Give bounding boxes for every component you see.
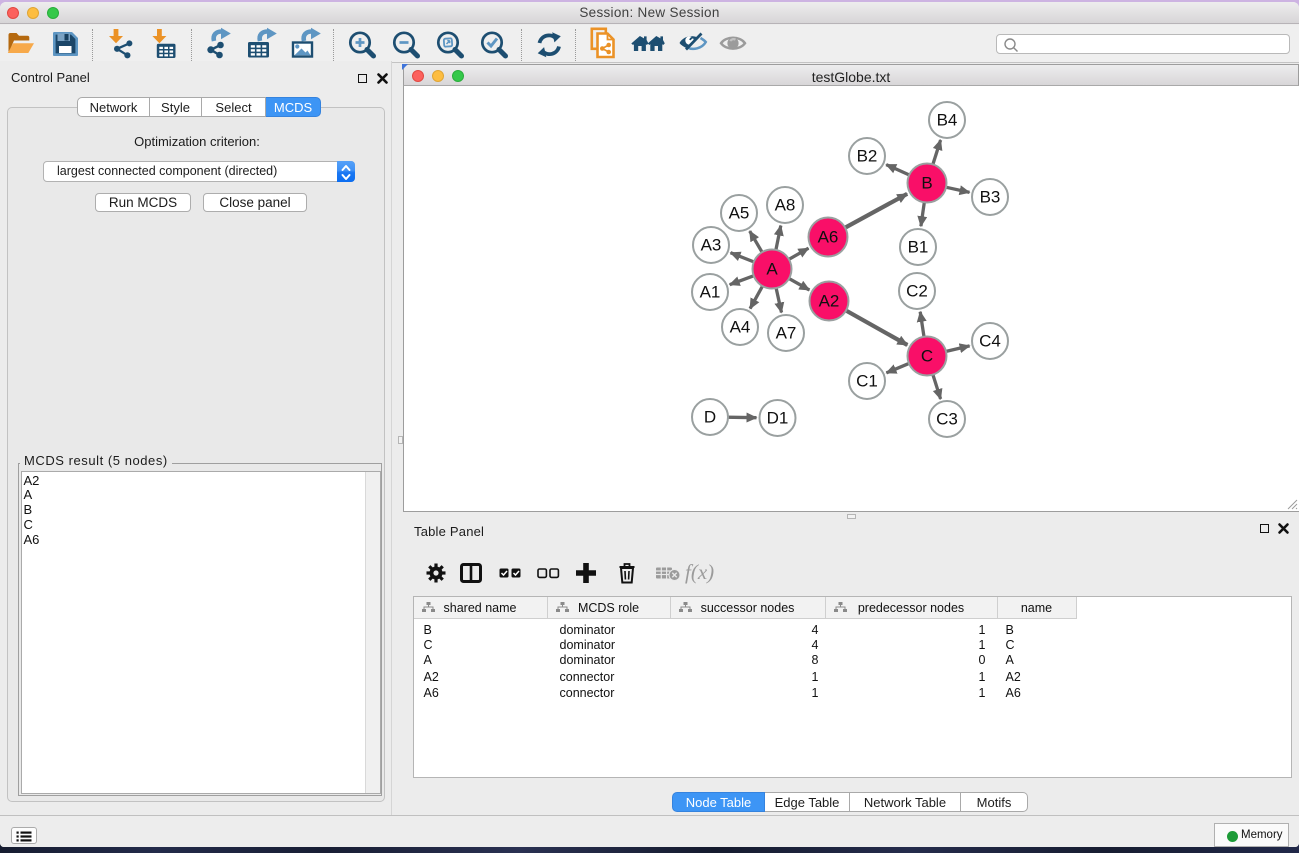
svg-text:A3: A3 bbox=[701, 236, 722, 255]
svg-text:A: A bbox=[766, 260, 778, 279]
svg-text:A7: A7 bbox=[776, 324, 797, 343]
svg-text:D: D bbox=[704, 408, 716, 427]
svg-text:B3: B3 bbox=[980, 188, 1001, 207]
svg-text:A4: A4 bbox=[730, 318, 751, 337]
svg-text:B4: B4 bbox=[937, 111, 958, 130]
svg-text:A1: A1 bbox=[700, 283, 721, 302]
svg-text:B1: B1 bbox=[908, 238, 929, 257]
svg-text:A8: A8 bbox=[775, 196, 796, 215]
svg-text:C3: C3 bbox=[936, 410, 958, 429]
svg-text:A5: A5 bbox=[729, 204, 750, 223]
svg-text:B: B bbox=[921, 174, 932, 193]
svg-text:D1: D1 bbox=[767, 409, 789, 428]
svg-text:A2: A2 bbox=[819, 292, 840, 311]
svg-text:C: C bbox=[921, 347, 933, 366]
svg-text:A6: A6 bbox=[818, 228, 839, 247]
svg-text:C1: C1 bbox=[856, 372, 878, 391]
svg-text:B2: B2 bbox=[857, 147, 878, 166]
svg-text:C4: C4 bbox=[979, 332, 1001, 351]
svg-text:C2: C2 bbox=[906, 282, 928, 301]
